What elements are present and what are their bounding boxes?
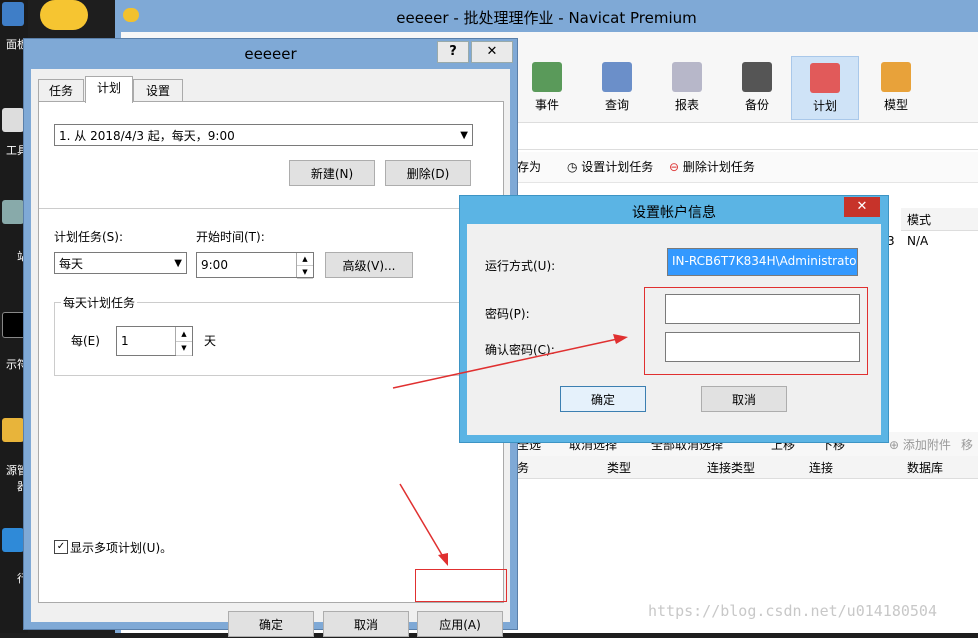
tab-schedule[interactable]: 计划 bbox=[85, 76, 133, 103]
annotation-arrow-line bbox=[392, 337, 623, 389]
annotation-arrows bbox=[392, 334, 628, 566]
watermark: https://blog.csdn.net/u014180504 bbox=[648, 602, 937, 620]
annotation-arrow-line bbox=[399, 483, 446, 561]
annotation-arrowhead bbox=[438, 553, 448, 566]
annotation-arrowhead bbox=[613, 334, 628, 344]
